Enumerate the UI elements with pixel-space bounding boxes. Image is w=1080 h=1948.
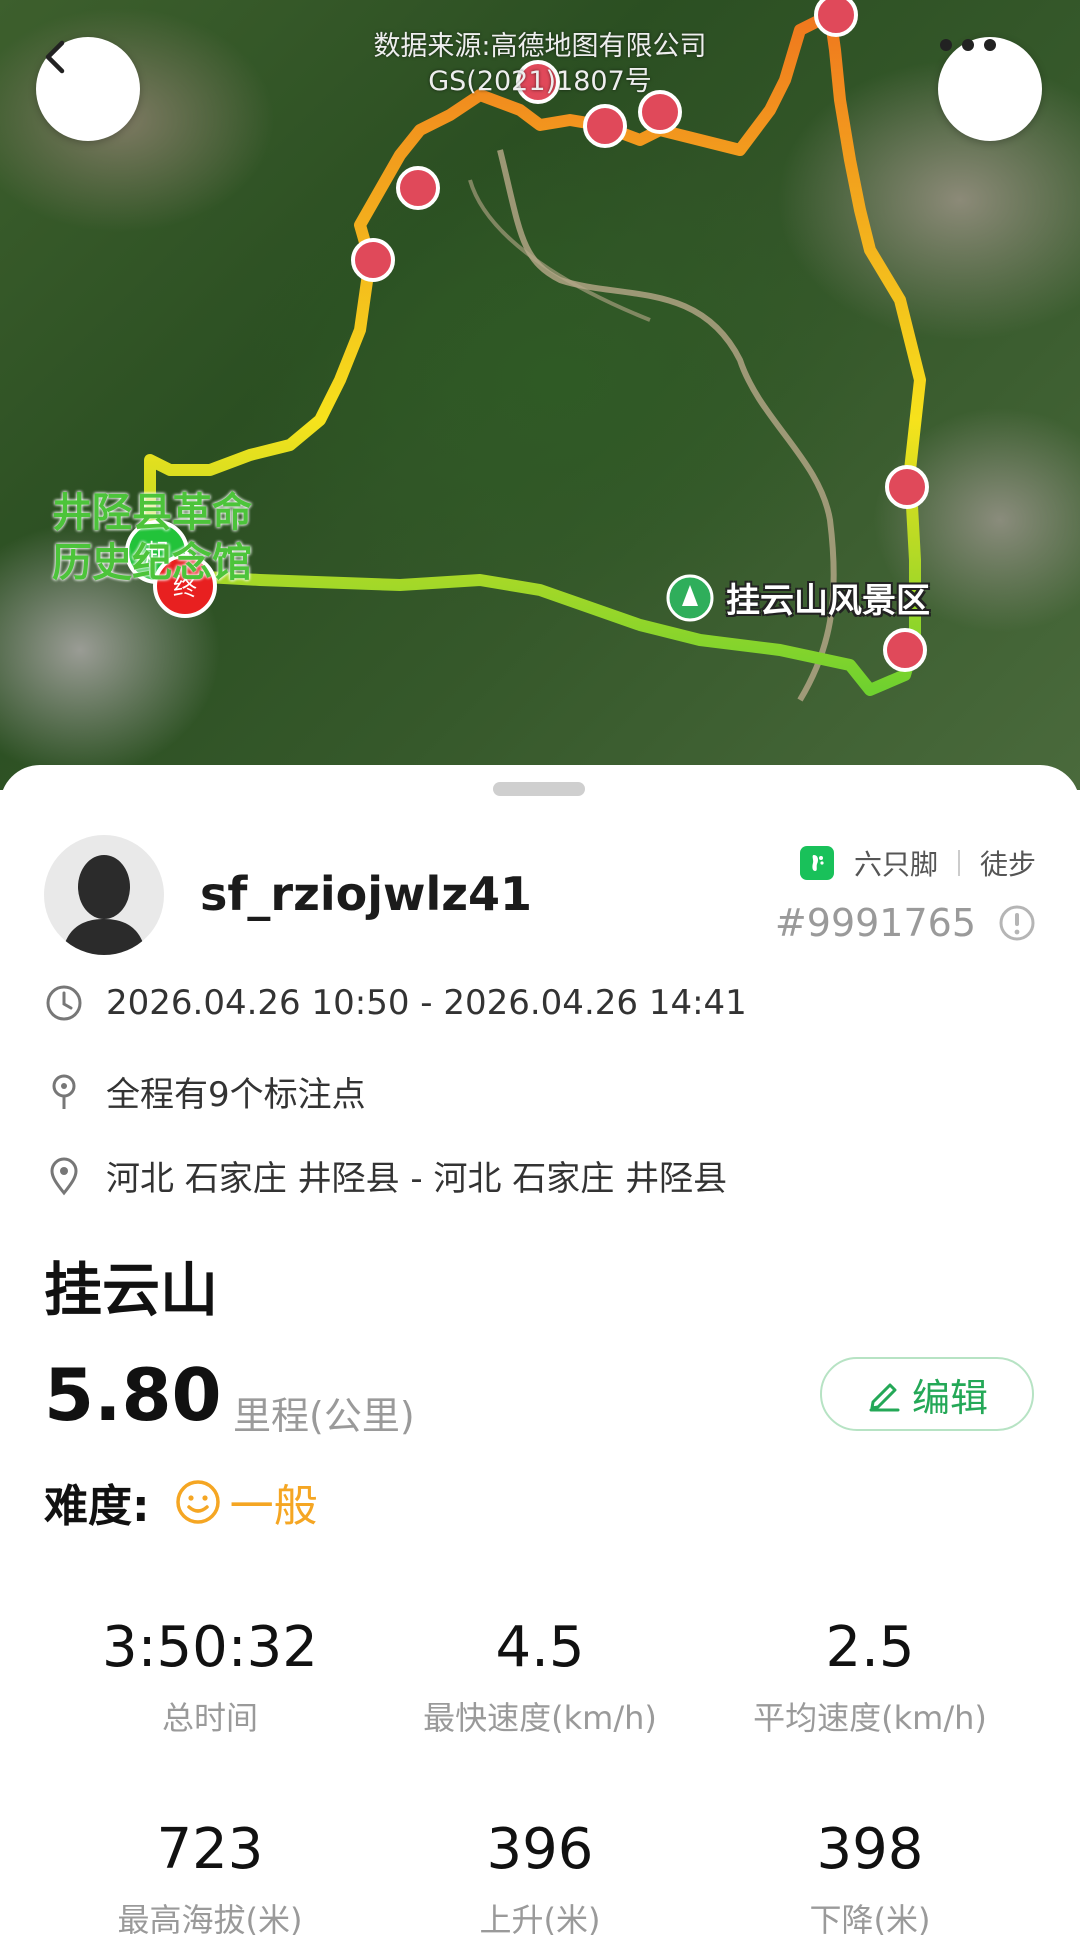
museum-label-line2: 历史纪念馆 — [52, 540, 252, 586]
six-feet-logo-icon — [799, 846, 834, 880]
avatar[interactable] — [44, 835, 164, 955]
activity-type: 徒步 — [979, 848, 1036, 881]
user-silhouette-icon — [62, 855, 146, 955]
difficulty-row: 难度: 一般 — [44, 1470, 318, 1534]
markers-row[interactable]: 全程有9个标注点 — [44, 1067, 366, 1116]
track-title: 挂云山 — [44, 1256, 219, 1324]
map-source-line2: GS(2021)1807号 — [428, 66, 652, 97]
track-id: #9991765 — [775, 901, 1036, 945]
map-view[interactable]: 起 终 数据来源:高德地图有限公司 GS(2021)1807号 井陉县革命 历史… — [0, 0, 1080, 790]
more-button[interactable] — [938, 37, 1042, 141]
location-icon — [50, 1157, 78, 1195]
stat-value: 2.5 — [825, 1615, 915, 1680]
stat-label: 平均速度(km/h) — [753, 1699, 987, 1737]
location: 河北 石家庄 井陉县 - 河北 石家庄 井陉县 — [106, 1159, 728, 1199]
stat-value: 723 — [156, 1817, 264, 1882]
edit-button[interactable]: 编辑 — [820, 1357, 1034, 1431]
pin-icon — [52, 1074, 76, 1109]
stat-label: 总时间 — [161, 1699, 258, 1737]
stat-value: 398 — [816, 1817, 924, 1882]
sheet-drag-handle[interactable] — [493, 782, 585, 796]
dirt-road — [468, 179, 651, 322]
app-name: 六只脚 — [853, 848, 938, 881]
divider — [957, 850, 960, 876]
stat-label: 上升(米) — [479, 1901, 601, 1939]
stat-label: 下降(米) — [809, 1901, 931, 1939]
smile-face-icon — [175, 1480, 220, 1524]
time-range: 2026.04.26 10:50 - 2026.04.26 14:41 — [106, 983, 747, 1023]
stat-value: 4.5 — [495, 1615, 585, 1680]
pencil-icon — [869, 1383, 900, 1412]
stat-max-speed: 4.5 最快速度(km/h) — [360, 1615, 720, 1739]
stat-total-time: 3:50:32 总时间 — [30, 1615, 390, 1739]
stat-max-altitude: 723 最高海拔(米) — [30, 1817, 390, 1941]
difficulty-value: 一般 — [229, 1481, 318, 1532]
museum-label[interactable]: 井陉县革命 历史纪念馆 — [52, 488, 252, 588]
stat-value: 396 — [486, 1817, 594, 1882]
time-range-row: 2026.04.26 10:50 - 2026.04.26 14:41 — [44, 983, 747, 1023]
stat-label: 最快速度(km/h) — [423, 1699, 657, 1737]
museum-label-line1: 井陉县革命 — [52, 490, 252, 536]
edit-label: 编辑 — [911, 1375, 988, 1420]
username[interactable]: sf_rziojwlz41 — [200, 867, 532, 921]
stat-ascent: 396 上升(米) — [360, 1817, 720, 1941]
detail-sheet[interactable]: sf_rziojwlz41 六只脚 徒步 #9991765 2026.04.26… — [0, 765, 1080, 1948]
markers-count: 全程有9个标注点 — [106, 1075, 366, 1115]
scenic-area-label[interactable]: 挂云山风景区 — [726, 580, 930, 622]
location-row: 河北 石家庄 井陉县 - 河北 石家庄 井陉县 — [44, 1151, 727, 1200]
distance-value: 5.80 — [44, 1353, 222, 1437]
clock-icon — [46, 985, 82, 1021]
track-id-text: #9991765 — [774, 901, 976, 945]
chevron-left-icon — [45, 40, 65, 74]
more-dots-icon — [940, 39, 996, 51]
back-button[interactable] — [36, 37, 140, 141]
distance-unit: 里程(公里) — [233, 1394, 415, 1438]
stat-value: 3:50:32 — [102, 1615, 318, 1680]
map-source-line1: 数据来源:高德地图有限公司 — [373, 31, 707, 62]
stat-label: 最高海拔(米) — [117, 1901, 303, 1939]
difficulty-label: 难度: — [44, 1481, 150, 1532]
stat-avg-speed: 2.5 平均速度(km/h) — [690, 1615, 1050, 1739]
stat-descent: 398 下降(米) — [690, 1817, 1050, 1941]
route-overlay: 起 终 — [125, 0, 929, 702]
report-icon[interactable] — [998, 904, 1036, 942]
app-tag: 六只脚 徒步 — [799, 843, 1036, 883]
